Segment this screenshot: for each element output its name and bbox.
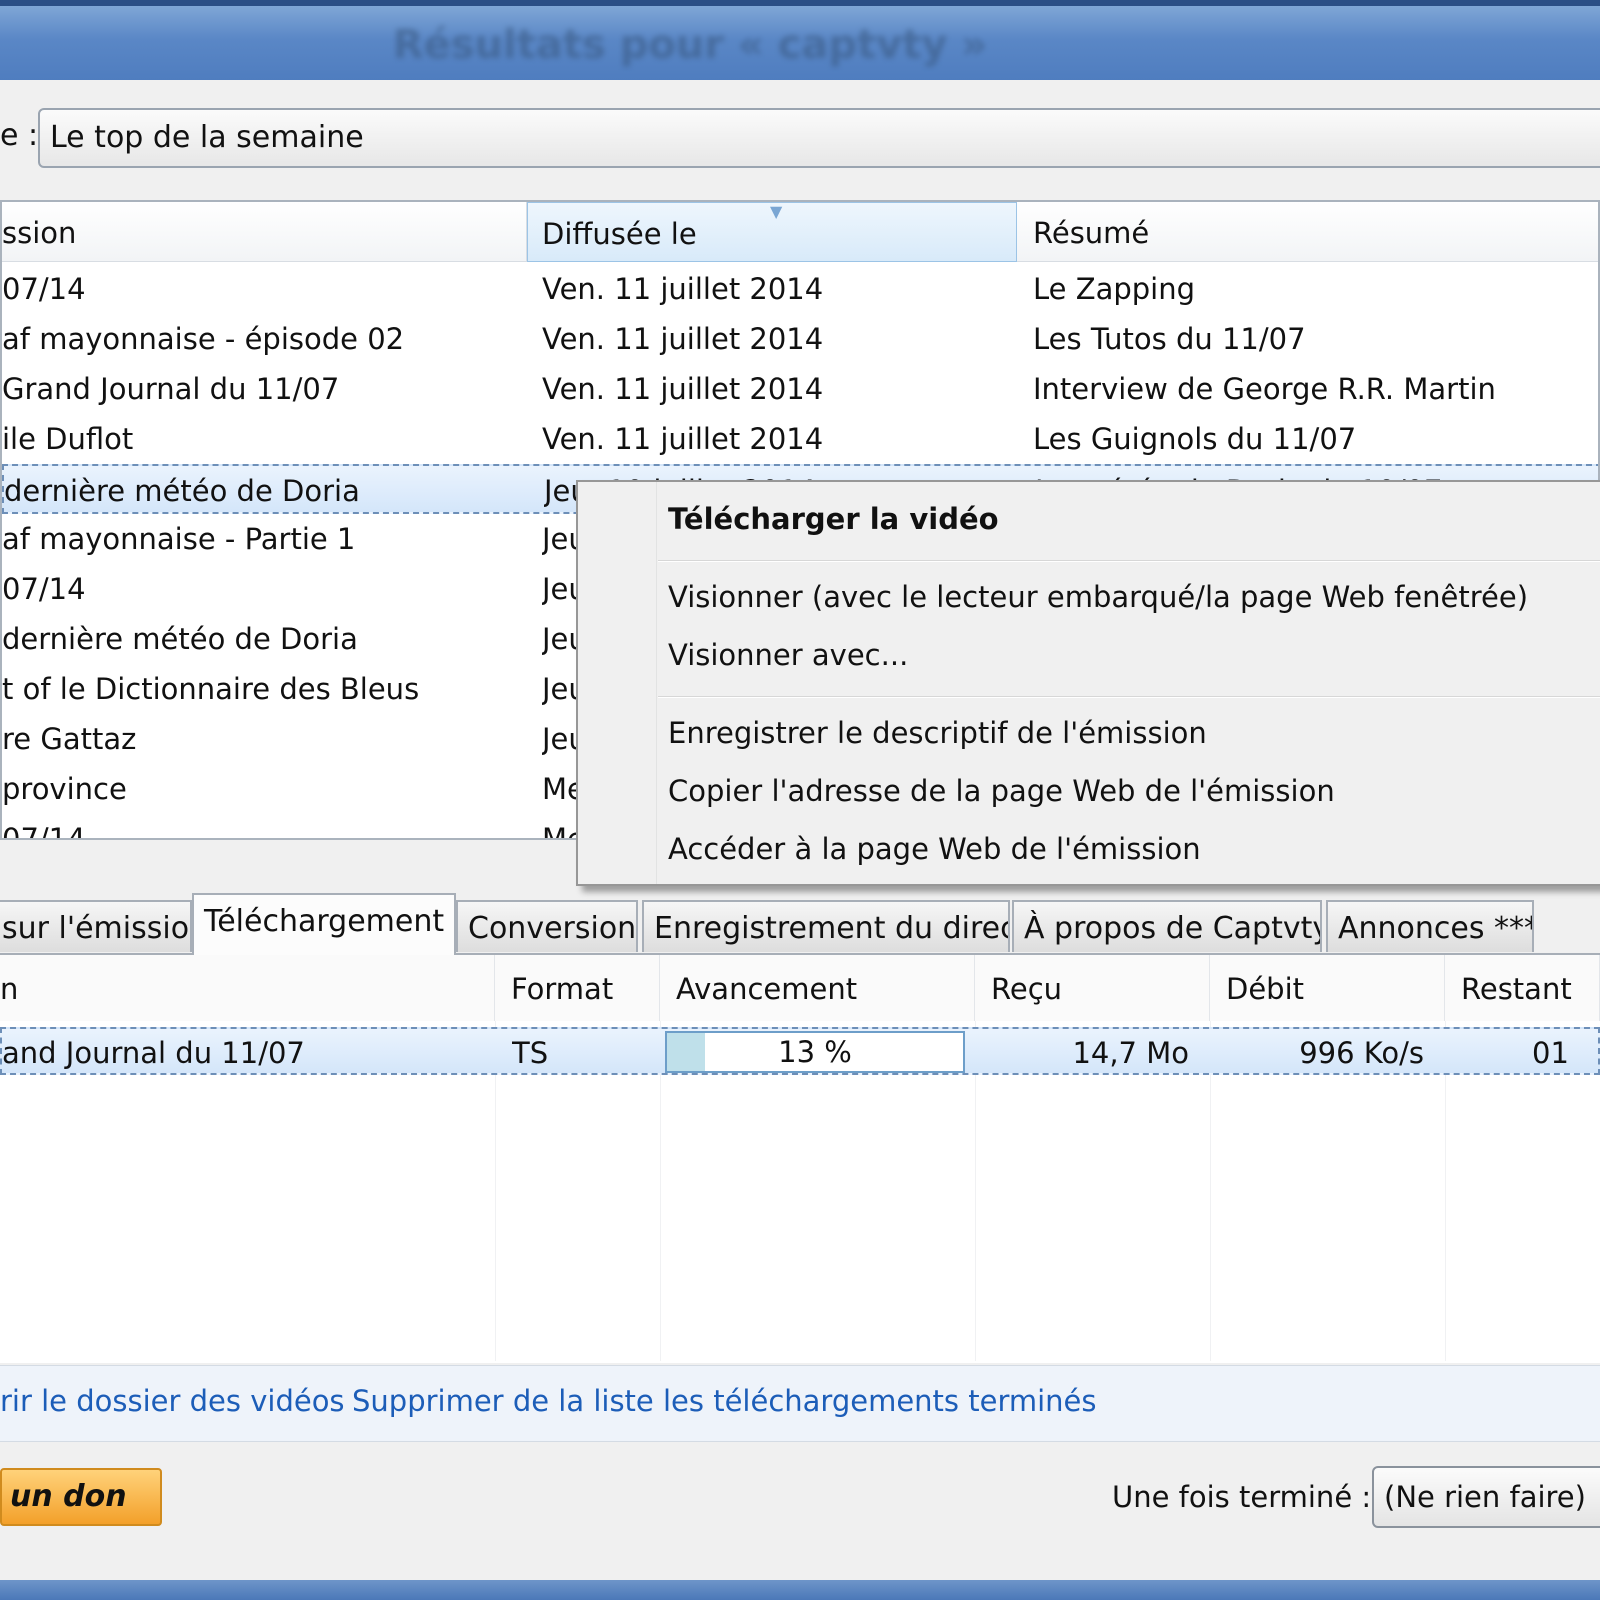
menu-item-save-description[interactable]: Enregistrer le descriptif de l'émission (668, 716, 1207, 750)
result-date: Ven. 11 juillet 2014 (542, 422, 824, 456)
column-header-emission[interactable]: ssion (2, 202, 527, 262)
context-menu-gutter (578, 482, 657, 884)
column-header-progress[interactable]: Avancement (660, 955, 975, 1021)
result-emission: province (2, 772, 127, 806)
tab-live-recording[interactable]: Enregistrement du direct (642, 900, 1010, 952)
column-header-name[interactable]: n (0, 955, 495, 1021)
result-emission: 07/14 (2, 272, 86, 306)
download-progress-bar: 13 % (665, 1031, 965, 1073)
menu-item-watch-embedded[interactable]: Visionner (avec le lecteur embarqué/la p… (668, 580, 1528, 614)
tab-emission-info[interactable]: sur l'émission (0, 900, 192, 952)
column-header-received[interactable]: Reçu (975, 955, 1210, 1021)
result-summary: Les Tutos du 11/07 (1033, 322, 1306, 356)
column-header-label: ssion (2, 216, 77, 250)
menu-separator (658, 696, 1600, 698)
result-emission: af mayonnaise - Partie 1 (2, 522, 356, 556)
window-title: Résultats pour « captvty » (392, 22, 988, 68)
column-header-format[interactable]: Format (495, 955, 660, 1021)
result-summary: Interview de George R.R. Martin (1033, 372, 1496, 406)
context-menu: Télécharger la vidéo Visionner (avec le … (576, 480, 1600, 886)
after-completion-select[interactable]: (Ne rien faire) (1372, 1466, 1600, 1528)
column-header-remaining[interactable]: Restant (1445, 955, 1600, 1021)
result-row[interactable]: 07/14 Ven. 11 juillet 2014 Le Zapping (2, 264, 1598, 314)
menu-item-copy-url[interactable]: Copier l'adresse de la page Web de l'émi… (668, 774, 1335, 808)
download-format: TS (512, 1036, 549, 1070)
column-header-label: Diffusée le (542, 217, 697, 251)
result-row[interactable]: Grand Journal du 11/07 Ven. 11 juillet 20… (2, 364, 1598, 414)
result-row[interactable]: af mayonnaise - épisode 02 Ven. 11 juille… (2, 314, 1598, 364)
after-completion-label: Une fois terminé : (1112, 1480, 1372, 1514)
result-date: Ven. 11 juillet 2014 (542, 322, 824, 356)
result-row[interactable]: ile Duflot Ven. 11 juillet 2014 Les Guigno… (2, 414, 1598, 464)
result-emission: 07/14 (2, 822, 86, 840)
sort-descending-icon: ▼ (770, 202, 783, 221)
menu-separator (658, 560, 1600, 562)
result-emission: t of le Dictionnaire des Bleus (2, 672, 420, 706)
progress-text: 13 % (778, 1035, 852, 1069)
column-header-summary[interactable]: Résumé (1017, 202, 1598, 262)
result-emission: re Gattaz (2, 722, 137, 756)
result-emission: 07/14 (2, 572, 86, 606)
tab-download[interactable]: Téléchargement (192, 893, 456, 955)
result-emission: ile Duflot (2, 422, 134, 456)
clear-finished-link[interactable]: Supprimer de la liste les téléchargement… (352, 1384, 1097, 1418)
tab-about[interactable]: À propos de Captvty (1012, 900, 1322, 952)
result-emission: dernière météo de Doria (2, 622, 358, 656)
result-summary: Le Zapping (1033, 272, 1196, 306)
menu-item-open-web-page[interactable]: Accéder à la page Web de l'émission (668, 832, 1201, 866)
result-summary: Les Guignols du 11/07 (1033, 422, 1357, 456)
result-emission: Grand Journal du 11/07 (2, 372, 340, 406)
column-header-rate[interactable]: Débit (1210, 955, 1445, 1021)
downloads-table[interactable]: n Format Avancement Reçu Débit Restant a… (0, 953, 1600, 1363)
result-date: Ven. 11 juillet 2014 (542, 272, 824, 306)
category-select[interactable]: Le top de la semaine (38, 108, 1600, 168)
column-header-label: Résumé (1033, 216, 1150, 250)
open-folder-link[interactable]: rir le dossier des vidéos (0, 1384, 345, 1418)
window-bottom-border (0, 1580, 1600, 1600)
category-label: e : (0, 118, 39, 153)
title-bar: Résultats pour « captvty » (0, 0, 1600, 80)
tab-conversion[interactable]: Conversion (456, 900, 638, 952)
donate-button[interactable]: un don (0, 1468, 162, 1526)
download-rate: 996 Ko/s (1299, 1036, 1424, 1070)
tab-announcements[interactable]: Annonces *** (1326, 900, 1534, 952)
result-emission: af mayonnaise - épisode 02 (2, 322, 405, 356)
action-link-bar: rir le dossier des vidéos Supprimer de l… (0, 1365, 1600, 1442)
menu-item-watch-with[interactable]: Visionner avec... (668, 638, 908, 672)
result-emission: dernière météo de Doria (4, 474, 360, 508)
menu-item-download-video[interactable]: Télécharger la vidéo (668, 502, 999, 536)
result-date: Ven. 11 juillet 2014 (542, 372, 824, 406)
download-remaining: 01 (1532, 1036, 1569, 1070)
download-name: and Journal du 11/07 (2, 1036, 305, 1070)
download-row[interactable]: and Journal du 11/07 TS 13 % 14,7 Mo 996… (0, 1027, 1600, 1075)
download-received: 14,7 Mo (1072, 1036, 1189, 1070)
